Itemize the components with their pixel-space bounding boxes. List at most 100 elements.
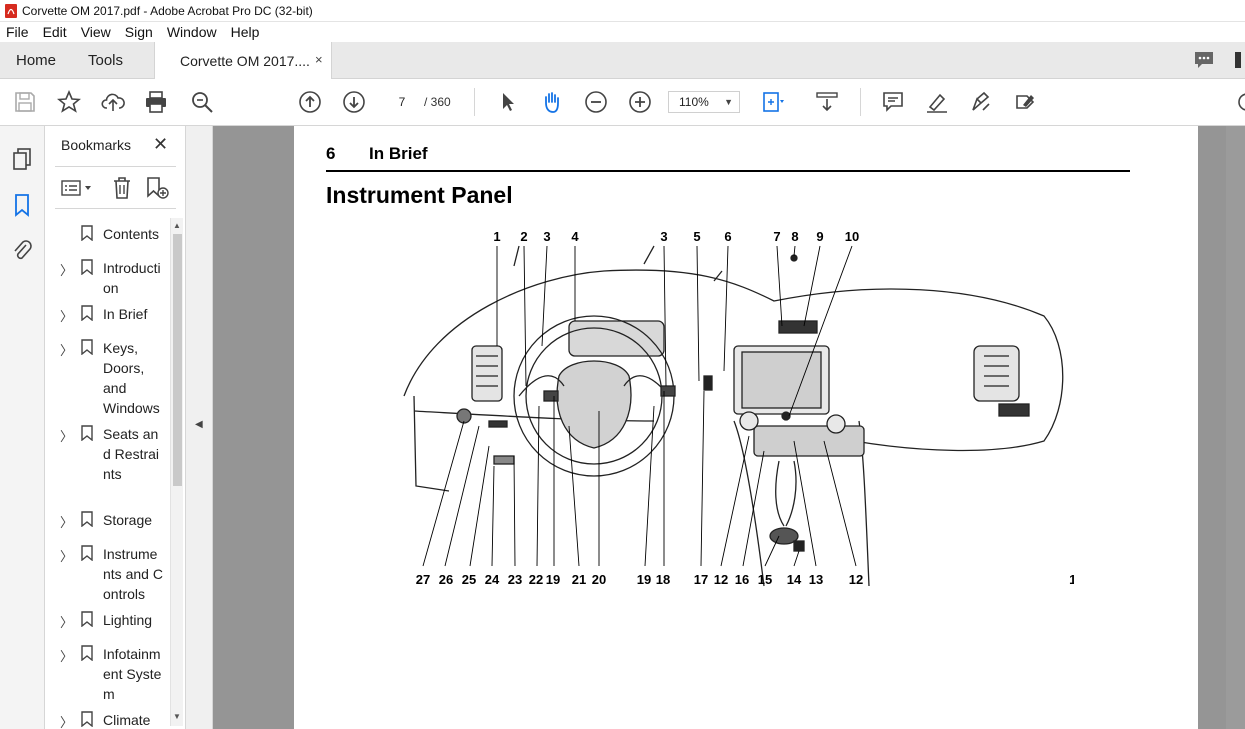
tab-home[interactable]: Home: [16, 52, 56, 69]
menu-help[interactable]: Help: [231, 24, 260, 40]
chevron-right-icon[interactable]: 〉: [60, 646, 73, 665]
bookmark-item-keys-doors-windows[interactable]: 〉 Keys, Doors, and Windows: [45, 338, 169, 422]
tab-document[interactable]: Corvette OM 2017.... ×: [154, 42, 332, 79]
tab-tools[interactable]: Tools: [88, 52, 123, 69]
callout-19b: 19: [637, 572, 651, 587]
bookmarks-icon[interactable]: [10, 193, 34, 217]
menu-window[interactable]: Window: [167, 24, 217, 40]
chevron-right-icon[interactable]: 〉: [60, 260, 73, 279]
callout-22: 22: [529, 572, 543, 587]
hand-tool-icon[interactable]: [540, 90, 564, 114]
callout-9: 9: [816, 229, 823, 244]
scroll-down-arrow-icon[interactable]: ▼: [173, 712, 181, 721]
page-thumbnails-icon[interactable]: [10, 147, 34, 171]
zoom-out-icon[interactable]: [584, 90, 608, 114]
zoom-level-value: 110%: [679, 95, 709, 109]
bookmark-label: Lighting: [103, 612, 153, 628]
header-rule: [326, 170, 1130, 172]
instrument-panel-diagram: 1 2 3 4 3 5 6 7 8 9 10 27 26 25 24 23 22…: [403, 229, 1074, 587]
bookmark-item-in-brief[interactable]: 〉 In Brief: [45, 304, 169, 328]
more-tools-icon[interactable]: [1235, 90, 1245, 114]
window-title: Corvette OM 2017.pdf - Adobe Acrobat Pro…: [22, 3, 313, 18]
print-icon[interactable]: [144, 90, 168, 114]
callout-13: 13: [809, 572, 823, 587]
bookmark-options-icon[interactable]: [61, 178, 95, 198]
save-icon[interactable]: [13, 90, 37, 114]
scrollbar-thumb[interactable]: [173, 234, 182, 486]
bookmark-flag-icon: [81, 511, 93, 527]
top-callout-numbers: 1 2 3 4 3 5 6 7 8 9 10: [493, 229, 859, 244]
bookmark-item-storage[interactable]: 〉 Storage: [45, 510, 169, 534]
bookmark-label: Instruments and Controls: [103, 546, 163, 602]
page-number-input[interactable]: 7: [384, 91, 420, 113]
chevron-right-icon[interactable]: 〉: [60, 340, 73, 359]
select-cursor-icon[interactable]: [496, 90, 520, 114]
chevron-right-icon[interactable]: 〉: [60, 306, 73, 325]
bookmark-label: Keys, Doors, and Windows: [103, 340, 160, 416]
new-bookmark-icon[interactable]: [145, 176, 171, 200]
sign-pen-icon[interactable]: [969, 90, 993, 114]
close-panel-button[interactable]: ✕: [153, 134, 168, 155]
acrobat-app-icon: [5, 3, 17, 18]
menu-file[interactable]: File: [6, 24, 29, 40]
callout-25: 25: [462, 572, 476, 587]
bookmark-label: Introduction: [103, 260, 161, 296]
cloud-upload-icon[interactable]: [101, 90, 125, 114]
bookmark-item-seats-restraints[interactable]: 〉 Seats and Restraints: [45, 424, 169, 508]
chevron-right-icon[interactable]: 〉: [60, 426, 73, 445]
bookmark-label: Contents: [103, 226, 160, 242]
chevron-down-icon: ▼: [724, 97, 733, 107]
bookmark-flag-icon: [81, 711, 93, 727]
zoom-search-icon[interactable]: [190, 90, 214, 114]
add-comment-icon[interactable]: [881, 90, 905, 114]
comment-bubble-icon[interactable]: [1193, 50, 1215, 70]
chevron-right-icon[interactable]: 〉: [60, 612, 73, 631]
menu-view[interactable]: View: [81, 24, 111, 40]
next-page-icon[interactable]: [342, 90, 366, 114]
dashboard-illustration: [403, 245, 1064, 587]
bottom-callout-numbers: 27 26 25 24 23 22 19 21 20 19 18 17 12 1…: [416, 572, 1074, 587]
scroll-up-arrow-icon[interactable]: ▲: [173, 221, 181, 230]
bookmark-item-introduction[interactable]: 〉 Introduction: [45, 258, 169, 302]
callout-11: 11: [1069, 572, 1074, 587]
highlight-pen-icon[interactable]: [925, 90, 949, 114]
title-bar: Corvette OM 2017.pdf - Adobe Acrobat Pro…: [0, 0, 1245, 22]
acrobat-window: Corvette OM 2017.pdf - Adobe Acrobat Pro…: [0, 0, 1245, 729]
callout-5: 5: [693, 229, 700, 244]
bookmark-item-infotainment[interactable]: 〉 Infotainment System: [45, 644, 169, 708]
page-heading: Instrument Panel: [326, 182, 513, 208]
chevron-right-icon[interactable]: 〉: [60, 712, 73, 729]
document-scrollbar[interactable]: [1226, 126, 1245, 729]
bookmark-flag-icon: [81, 545, 93, 561]
more-options-icon[interactable]: [1229, 50, 1245, 70]
bookmark-flag-icon: [81, 259, 93, 275]
document-viewport[interactable]: ◀ 6 In Brief Instrument Panel 1 2 3 4 3 …: [186, 126, 1245, 729]
panel-collapse-strip[interactable]: ◀: [186, 126, 213, 729]
callout-21: 21: [572, 572, 586, 587]
bookmark-star-icon[interactable]: [57, 90, 81, 114]
zoom-level-select[interactable]: 110% ▼: [668, 91, 740, 113]
bookmark-item-climate[interactable]: 〉 Climate: [45, 710, 169, 729]
tab-bar: Home Tools Corvette OM 2017.... ×: [0, 42, 1245, 79]
menu-edit[interactable]: Edit: [43, 24, 67, 40]
edit-stamp-icon[interactable]: [1013, 90, 1037, 114]
fit-page-icon[interactable]: [760, 90, 784, 114]
bookmark-item-instruments-controls[interactable]: 〉 Instruments and Controls: [45, 544, 169, 608]
menu-sign[interactable]: Sign: [125, 24, 153, 40]
chevron-right-icon[interactable]: 〉: [60, 546, 73, 565]
bookmark-item-lighting[interactable]: 〉 Lighting: [45, 610, 169, 634]
scroll-mode-icon[interactable]: [815, 90, 839, 114]
zoom-in-icon[interactable]: [628, 90, 652, 114]
bookmark-label: In Brief: [103, 306, 148, 322]
tab-close-button[interactable]: ×: [315, 52, 323, 67]
delete-bookmark-icon[interactable]: [111, 176, 133, 200]
attachments-paperclip-icon[interactable]: [10, 239, 34, 263]
callout-18: 18: [656, 572, 670, 587]
callout-3: 3: [543, 229, 550, 244]
bookmarks-scrollbar[interactable]: ▲ ▼: [170, 218, 183, 726]
bookmark-item-contents[interactable]: Contents: [45, 224, 169, 248]
chevron-right-icon[interactable]: 〉: [60, 512, 73, 531]
collapse-left-icon[interactable]: ◀: [195, 419, 203, 430]
page-total: / 360: [424, 95, 451, 109]
previous-page-icon[interactable]: [298, 90, 322, 114]
